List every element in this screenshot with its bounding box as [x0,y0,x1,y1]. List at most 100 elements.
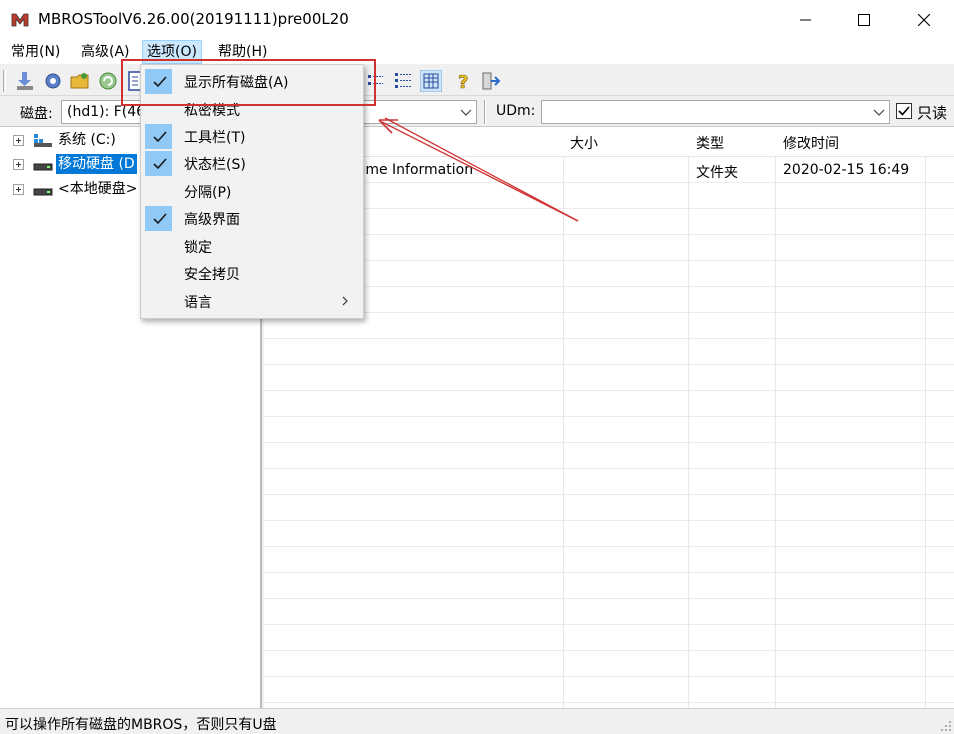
hard-drive-icon [33,188,53,196]
row-divider [264,624,954,625]
close-button[interactable] [893,0,954,40]
window-title: MBROSToolV6.26.00(20191111)pre00L20 [38,10,349,28]
row-divider [264,650,954,651]
disk-select-value: (hd1): F(46 [67,104,146,120]
svg-text:?: ? [458,72,468,92]
grid-view-icon[interactable] [420,70,442,92]
checkmark-icon [898,106,910,116]
folder-icon[interactable] [69,70,91,92]
chevron-right-icon [342,296,348,306]
row-divider [264,572,954,573]
menu-item-show-all-disks[interactable]: 显示所有磁盘(A) [143,68,361,95]
detail-list-icon[interactable] [392,70,414,92]
menu-item-label: 工具栏(T) [184,130,246,146]
menu-options[interactable]: 选项(O) [142,40,202,64]
column-separator[interactable] [925,127,926,708]
disk-install-icon[interactable] [14,70,36,92]
toolbar-grip [3,70,6,92]
list-view-icon[interactable] [365,70,387,92]
options-menu: 显示所有磁盘(A) 私密模式 工具栏(T) 状态栏(S) 分隔(P) 高级界面 … [140,64,364,319]
column-modified[interactable]: 修改时间 [783,133,839,153]
file-list: 大小 类型 修改时间 olume Information 文件夹 2020-02… [264,127,954,708]
checkmark-icon [153,158,167,170]
menu-advanced[interactable]: 高级(A) [77,40,134,64]
resize-grip-icon[interactable] [940,720,952,732]
menu-item-label: 分隔(P) [184,185,232,201]
menu-help[interactable]: 帮助(H) [214,40,271,64]
tree-item-label: 移动硬盘 (D [56,154,137,174]
check-background [145,206,172,231]
column-separator[interactable] [775,127,776,708]
row-divider [264,598,954,599]
expand-icon[interactable] [13,159,24,170]
row-divider [264,416,954,417]
row-divider [264,286,954,287]
row-divider [264,442,954,443]
menu-item-statusbar[interactable]: 状态栏(S) [143,150,361,177]
expand-icon[interactable] [13,184,24,195]
row-divider [264,208,954,209]
minimize-button[interactable] [777,0,835,40]
menu-common[interactable]: 常用(N) [7,40,64,64]
help-icon[interactable]: ? [452,70,474,92]
row-divider [264,364,954,365]
column-size[interactable]: 大小 [570,133,598,153]
checkmark-icon [153,131,167,143]
gear-icon[interactable] [42,70,64,92]
chevron-down-icon [460,109,472,116]
udm-select[interactable] [541,100,890,124]
menu-item-toolbar[interactable]: 工具栏(T) [143,123,361,150]
refresh-disk-icon[interactable] [97,70,119,92]
readonly-checkbox[interactable] [896,103,912,119]
check-background [145,124,172,149]
hard-drive-icon [33,163,53,171]
list-header: 大小 类型 修改时间 [264,127,954,157]
check-background [145,69,172,94]
status-bar: 可以操作所有磁盘的MBROS，否则只有U盘 [0,708,954,734]
cell-modified: 2020-02-15 16:49 [783,162,910,178]
check-background [145,151,172,176]
disk-label: 磁盘: [20,106,53,122]
row-divider [264,234,954,235]
row-divider [264,260,954,261]
row-divider [264,338,954,339]
menu-item-label: 私密模式 [184,103,240,119]
tree-item-label: <本地硬盘> [58,181,138,197]
menu-item-safe-copy[interactable]: 安全拷贝 [143,260,361,287]
row-divider [264,182,954,183]
tree-item-label: 系统 (C:) [58,132,116,148]
menu-item-separator[interactable]: 分隔(P) [143,178,361,205]
column-separator[interactable] [688,127,689,708]
column-type[interactable]: 类型 [696,133,724,153]
menu-item-advanced-ui[interactable]: 高级界面 [143,205,361,232]
row-divider [264,546,954,547]
udm-label: UDm: [496,103,536,119]
status-text: 可以操作所有磁盘的MBROS，否则只有U盘 [5,717,277,733]
title-bar: MBROSToolV6.26.00(20191111)pre00L20 [0,0,954,40]
minimize-icon [800,19,811,21]
close-icon [917,14,930,26]
menu-item-label: 显示所有磁盘(A) [184,75,289,91]
maximize-button[interactable] [835,0,893,40]
row-divider [264,520,954,521]
menu-item-private-mode[interactable]: 私密模式 [143,96,361,123]
checkmark-icon [153,213,167,225]
menu-bar: 常用(N) 高级(A) 选项(O) 帮助(H) [0,40,954,64]
menu-item-language[interactable]: 语言 [143,288,361,315]
row-divider [264,312,954,313]
app-icon [11,13,29,27]
readonly-label: 只读 [917,104,948,122]
bar-separator [484,100,486,124]
system-drive-icon [34,134,52,147]
menu-item-label: 安全拷贝 [184,267,240,283]
column-separator[interactable] [563,127,564,708]
checkmark-icon [153,76,167,88]
menu-item-label: 语言 [184,295,212,311]
cell-type: 文件夹 [696,165,738,181]
expand-icon[interactable] [13,135,24,146]
row-divider [264,676,954,677]
menu-item-label: 状态栏(S) [184,157,246,173]
menu-item-lock[interactable]: 锁定 [143,233,361,260]
exit-icon[interactable] [479,70,501,92]
menu-item-label: 锁定 [184,240,212,256]
